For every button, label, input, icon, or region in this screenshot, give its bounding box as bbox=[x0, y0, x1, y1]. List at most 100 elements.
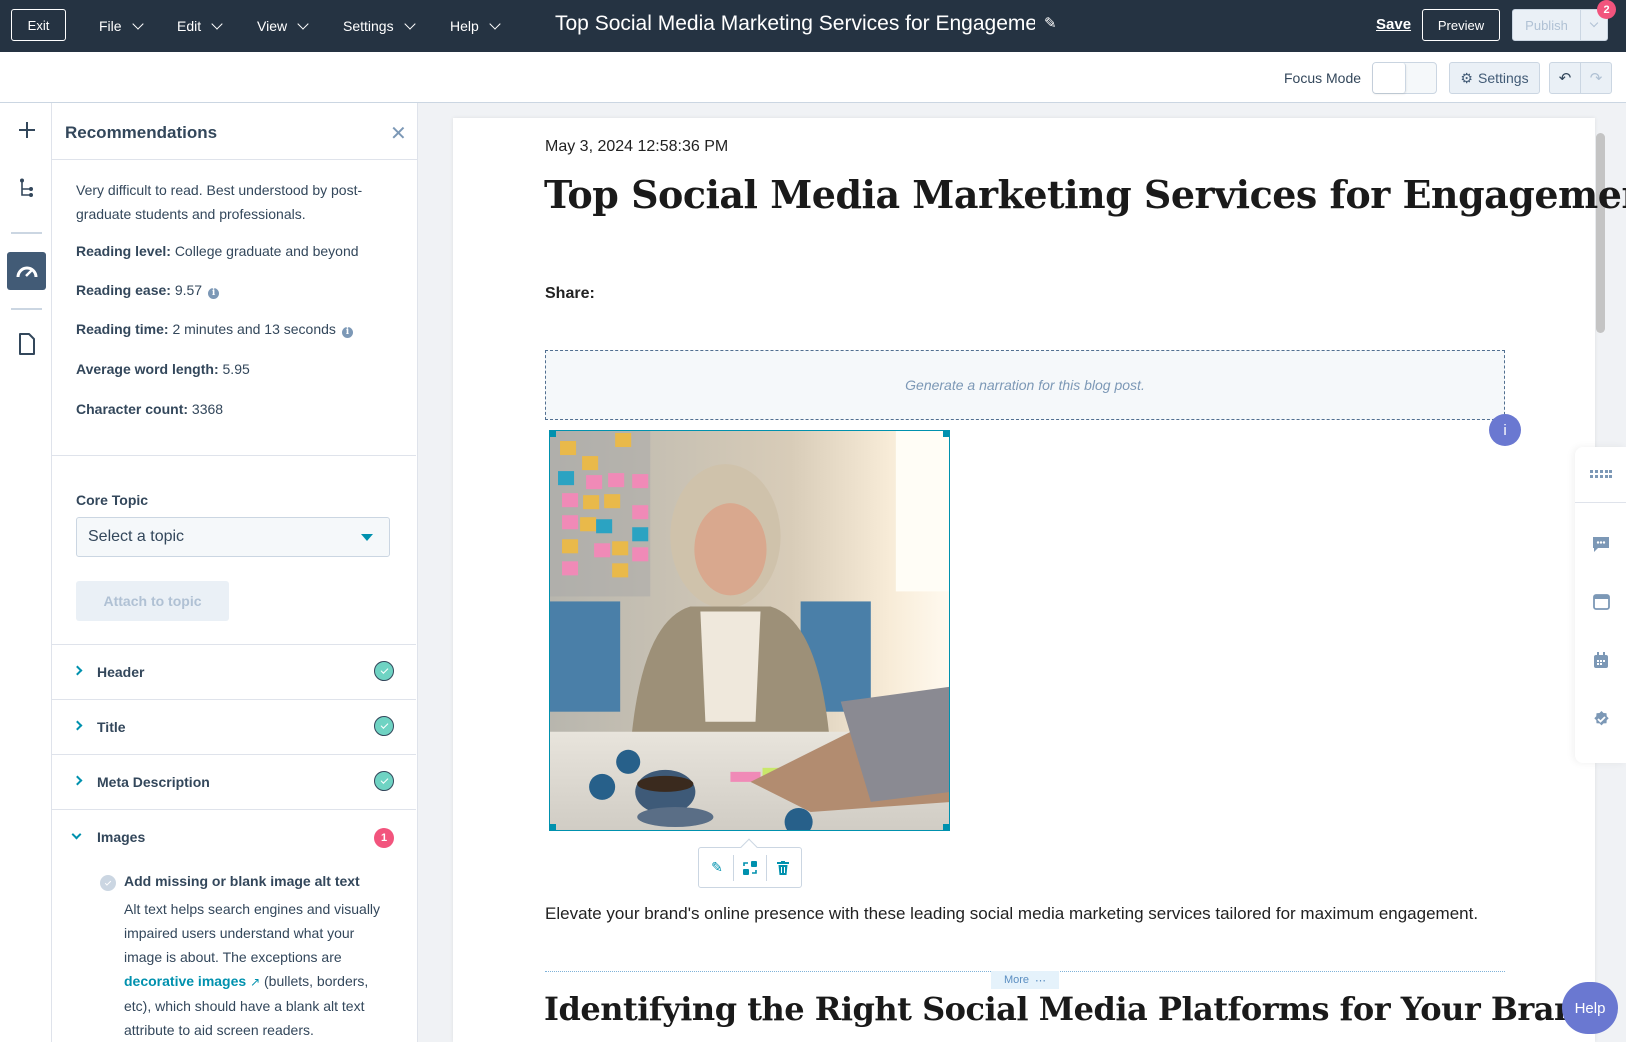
chevron-down-icon bbox=[1589, 18, 1599, 28]
gear-icon: ⚙ bbox=[1460, 69, 1473, 86]
core-topic-label: Core Topic bbox=[76, 492, 149, 508]
structure-button[interactable] bbox=[7, 169, 46, 207]
replace-image-button[interactable] bbox=[734, 855, 766, 881]
add-button[interactable] bbox=[7, 111, 46, 149]
readability-summary: Very difficult to read. Best understood … bbox=[76, 182, 363, 222]
settings-button[interactable]: ⚙ Settings bbox=[1449, 62, 1540, 94]
accordion-title[interactable]: Title bbox=[52, 699, 416, 754]
pencil-icon: ✎ bbox=[711, 859, 723, 875]
gauge-icon bbox=[16, 266, 37, 278]
accordion-label: Header bbox=[97, 664, 145, 680]
chevron-right-icon bbox=[72, 665, 83, 676]
stat-value: 2 minutes and 13 seconds bbox=[172, 321, 336, 337]
accordion-meta-description[interactable]: Meta Description bbox=[52, 754, 416, 809]
office-photo bbox=[550, 431, 949, 830]
stat-reading-level: Reading level: College graduate and beyo… bbox=[76, 239, 359, 263]
check-circle-icon bbox=[374, 716, 394, 736]
edit-image-button[interactable]: ✎ bbox=[701, 855, 733, 881]
chevron-down-icon bbox=[489, 17, 501, 30]
stat-label: Character count: bbox=[76, 401, 189, 417]
resize-handle[interactable] bbox=[550, 431, 556, 437]
stat-value: 3368 bbox=[191, 401, 224, 417]
comment-icon bbox=[1593, 536, 1609, 552]
featured-image[interactable] bbox=[549, 430, 950, 831]
decorative-images-link[interactable]: decorative images bbox=[124, 973, 246, 989]
resize-handle[interactable] bbox=[550, 824, 556, 830]
check-circle-icon bbox=[374, 771, 394, 791]
accordion-label: Meta Description bbox=[97, 774, 210, 790]
close-icon[interactable]: ✕ bbox=[390, 121, 407, 146]
stat-label: Reading time: bbox=[76, 321, 169, 337]
stat-average-word-length: Average word length: 5.95 bbox=[76, 357, 250, 381]
document-title[interactable]: Top Social Media Marketing Services for … bbox=[555, 12, 1035, 36]
issue-count-badge: 1 bbox=[374, 828, 394, 848]
redo-button[interactable]: ↷ bbox=[1581, 63, 1611, 93]
undo-button[interactable]: ↶ bbox=[1550, 63, 1581, 93]
menu-help[interactable]: Help bbox=[450, 0, 501, 52]
read-more-tag[interactable]: More ⋯ bbox=[991, 971, 1059, 989]
menu-file[interactable]: File bbox=[99, 0, 144, 52]
preview-button[interactable]: Preview bbox=[1422, 9, 1500, 41]
post-title[interactable]: Top Social Media Marketing Services for … bbox=[544, 172, 1626, 217]
post-intro[interactable]: Elevate your brand's online presence wit… bbox=[545, 903, 1505, 925]
publish-button[interactable]: Publish bbox=[1512, 9, 1608, 41]
comments-button[interactable] bbox=[1590, 533, 1612, 555]
pencil-icon[interactable]: ✎ bbox=[1044, 14, 1057, 32]
info-icon[interactable]: i bbox=[208, 288, 220, 299]
document-icon bbox=[18, 333, 35, 355]
browser-icon bbox=[1592, 594, 1610, 610]
swap-icon bbox=[743, 860, 757, 875]
document-button[interactable] bbox=[7, 325, 46, 363]
desc-text: Alt text helps search engines and visual… bbox=[124, 901, 381, 965]
caret-down-icon bbox=[361, 534, 373, 541]
verify-button[interactable] bbox=[1590, 707, 1612, 729]
page-scrollbar[interactable] bbox=[1596, 133, 1605, 333]
focus-mode-toggle[interactable] bbox=[1372, 62, 1437, 94]
accordion-images[interactable]: Images 1 bbox=[52, 809, 416, 864]
help-button[interactable]: Help bbox=[1562, 982, 1618, 1034]
info-button[interactable]: i bbox=[1489, 414, 1521, 446]
stat-value: College graduate and beyond bbox=[174, 243, 359, 259]
ellipsis-icon: ⋯ bbox=[1035, 974, 1047, 987]
narration-placeholder[interactable]: Generate a narration for this blog post. bbox=[545, 350, 1505, 420]
delete-image-button[interactable] bbox=[767, 855, 799, 881]
menu-settings-label: Settings bbox=[343, 18, 394, 34]
top-bar: Exit File Edit View Settings Help Top So… bbox=[0, 0, 1626, 52]
tree-icon bbox=[19, 178, 33, 197]
menu-help-label: Help bbox=[450, 18, 479, 34]
editor-toolbar: Focus Mode ⚙ Settings ↶ ↷ bbox=[0, 52, 1626, 103]
resize-handle[interactable] bbox=[943, 431, 949, 437]
external-link-icon: ↗ bbox=[250, 975, 261, 989]
info-icon[interactable]: i bbox=[341, 327, 353, 338]
chevron-down-icon bbox=[403, 17, 416, 30]
resize-handle[interactable] bbox=[943, 824, 949, 830]
recommendations-panel: Recommendations ✕ Very difficult to read… bbox=[52, 103, 418, 1042]
section-heading[interactable]: Identifying the Right Social Media Platf… bbox=[544, 990, 1599, 1028]
redo-icon: ↷ bbox=[1589, 70, 1603, 87]
preview-layout-button[interactable] bbox=[1590, 591, 1612, 613]
recommendation-title: Add missing or blank image alt text bbox=[124, 873, 360, 889]
save-button[interactable]: Save bbox=[1376, 16, 1411, 33]
panel-title: Recommendations bbox=[65, 123, 218, 142]
calendar-button[interactable] bbox=[1590, 649, 1612, 671]
attach-to-topic-button[interactable]: Attach to topic bbox=[76, 581, 229, 621]
undo-redo-group: ↶ ↷ bbox=[1549, 62, 1612, 94]
panel-header: Recommendations ✕ bbox=[52, 103, 417, 160]
image-toolbar: ✎ bbox=[698, 838, 802, 888]
accordion-label: Images bbox=[97, 829, 146, 845]
publish-badge: 2 bbox=[1597, 0, 1616, 19]
menu-view[interactable]: View bbox=[257, 0, 309, 52]
menu-edit[interactable]: Edit bbox=[177, 0, 223, 52]
menu-settings[interactable]: Settings bbox=[343, 0, 416, 52]
check-circle-icon[interactable] bbox=[100, 875, 116, 891]
optimize-button[interactable] bbox=[7, 252, 46, 290]
chevron-down-icon bbox=[131, 17, 144, 30]
settings-label: Settings bbox=[1477, 70, 1529, 86]
accordion-header[interactable]: Header bbox=[52, 644, 416, 699]
toggle-knob bbox=[1373, 63, 1406, 93]
core-topic-select[interactable]: Select a topic bbox=[76, 517, 390, 557]
stat-label: Reading level: bbox=[76, 243, 171, 259]
exit-button[interactable]: Exit bbox=[11, 9, 66, 41]
badge-check-icon bbox=[1593, 710, 1609, 725]
drag-handle[interactable] bbox=[1590, 463, 1612, 485]
